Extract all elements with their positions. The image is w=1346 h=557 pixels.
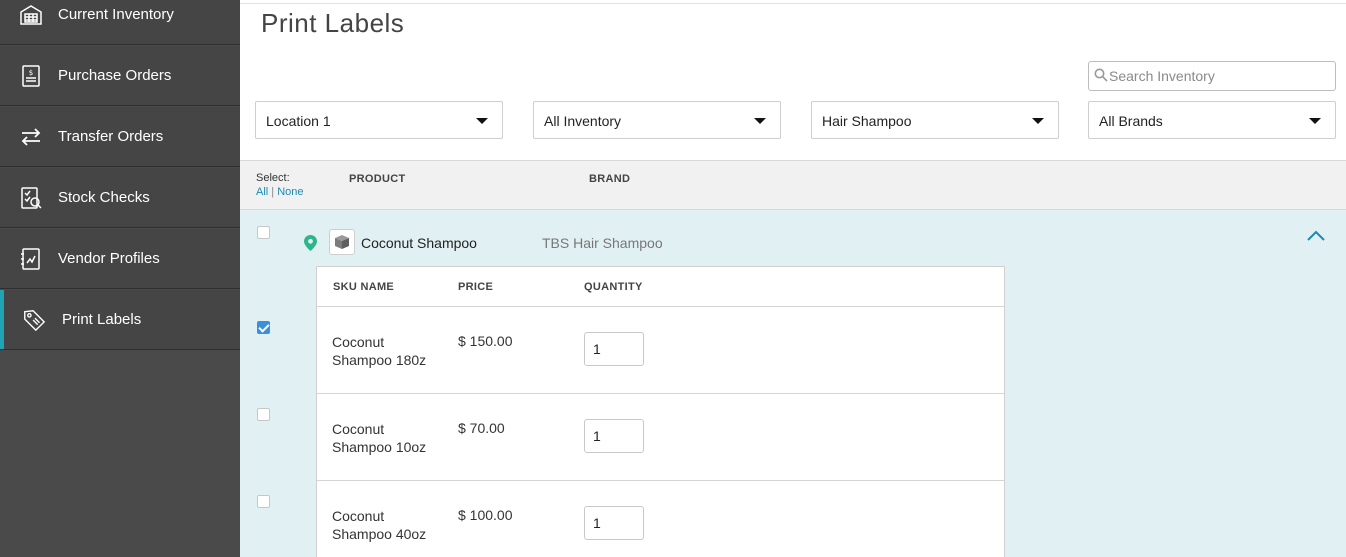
location-select-value: Location 1 <box>266 113 331 129</box>
sku-table: SKU NAME PRICE QUANTITY Coconut Shampoo … <box>316 266 1005 557</box>
svg-text:$: $ <box>29 69 33 77</box>
quantity-input[interactable] <box>584 506 644 540</box>
tag-label-icon <box>22 308 46 332</box>
column-header-product[interactable]: PRODUCT <box>349 173 406 185</box>
sidebar-item-current-inventory[interactable]: Current Inventory <box>0 0 240 45</box>
page-title: Print Labels <box>261 8 405 38</box>
sidebar-item-label: Stock Checks <box>58 189 150 206</box>
category-select[interactable]: Hair Shampoo <box>811 101 1059 139</box>
select-none-link[interactable]: None <box>277 186 303 198</box>
sku-price: $ 100.00 <box>458 507 513 523</box>
sidebar-item-label: Purchase Orders <box>58 67 172 84</box>
product-brand: TBS Hair Shampoo <box>542 235 663 251</box>
sku-name: Coconut Shampoo 180z <box>332 334 427 368</box>
sidebar-item-transfer-orders[interactable]: Transfer Orders <box>0 107 240 167</box>
table-row: Coconut Shampoo 40oz $ 100.00 <box>317 481 1004 557</box>
product-checkbox[interactable] <box>257 226 270 239</box>
search-box[interactable] <box>1088 61 1336 91</box>
sidebar-item-label: Print Labels <box>62 311 142 328</box>
table-header: Select: All | None PRODUCT BRAND <box>240 160 1346 210</box>
sidebar-item-purchase-orders[interactable]: $ Purchase Orders <box>0 46 240 106</box>
search-icon <box>1094 68 1108 87</box>
sku-price: $ 70.00 <box>458 420 505 436</box>
inventory-table-icon <box>19 3 43 27</box>
purchase-order-icon: $ <box>19 64 43 88</box>
brand-select-value: All Brands <box>1099 113 1163 129</box>
inventory-select[interactable]: All Inventory <box>533 101 781 139</box>
sidebar-item-vendor-profiles[interactable]: Vendor Profiles <box>0 229 240 289</box>
table-row: Coconut Shampoo 180z $ 150.00 <box>317 307 1004 394</box>
stock-check-icon <box>19 186 43 210</box>
transfer-arrows-icon <box>19 125 43 149</box>
sidebar-item-print-labels[interactable]: Print Labels <box>0 290 240 350</box>
caret-down-icon <box>1309 118 1321 124</box>
product-group: Coconut Shampoo TBS Hair Shampoo SKU NAM… <box>240 210 1346 557</box>
sku-checkbox[interactable] <box>257 495 270 508</box>
chevron-up-icon[interactable] <box>1306 229 1326 247</box>
sidebar-item-stock-checks[interactable]: Stock Checks <box>0 168 240 228</box>
sidebar-item-label: Transfer Orders <box>58 128 164 145</box>
product-name[interactable]: Coconut Shampoo <box>361 235 477 251</box>
table-row: Coconut Shampoo 10oz $ 70.00 <box>317 394 1004 481</box>
caret-down-icon <box>1032 118 1044 124</box>
caret-down-icon <box>754 118 766 124</box>
quantity-input[interactable] <box>584 419 644 453</box>
select-all-link[interactable]: All <box>256 186 268 198</box>
location-pin-icon <box>304 235 317 256</box>
category-select-value: Hair Shampoo <box>822 113 912 129</box>
location-select[interactable]: Location 1 <box>255 101 503 139</box>
sku-checkbox[interactable] <box>257 408 270 421</box>
sidebar-item-label: Current Inventory <box>58 6 174 23</box>
select-separator: | <box>271 186 275 198</box>
brand-select[interactable]: All Brands <box>1088 101 1336 139</box>
sidebar: Current Inventory $ Purchase Orders Tran… <box>0 0 240 557</box>
select-links: All | None <box>256 186 304 198</box>
product-box-icon <box>329 229 355 255</box>
quantity-input[interactable] <box>584 332 644 366</box>
inventory-select-value: All Inventory <box>544 113 622 129</box>
sku-price: $ 150.00 <box>458 333 513 349</box>
sku-table-header: SKU NAME PRICE QUANTITY <box>317 267 1004 307</box>
top-divider <box>240 3 1346 4</box>
column-header-brand[interactable]: BRAND <box>589 173 630 185</box>
caret-down-icon <box>476 118 488 124</box>
select-label: Select: <box>256 172 290 184</box>
active-indicator <box>0 290 4 349</box>
column-header-price: PRICE <box>458 281 494 293</box>
vendor-profile-icon <box>19 247 43 271</box>
column-header-sku-name: SKU NAME <box>333 281 395 293</box>
search-input[interactable] <box>1109 66 1329 86</box>
sidebar-item-label: Vendor Profiles <box>58 250 160 267</box>
column-header-quantity: QUANTITY <box>584 281 643 293</box>
sku-name: Coconut Shampoo 10oz <box>332 421 427 455</box>
sku-name: Coconut Shampoo 40oz <box>332 508 427 542</box>
sku-checkbox[interactable] <box>257 321 270 334</box>
